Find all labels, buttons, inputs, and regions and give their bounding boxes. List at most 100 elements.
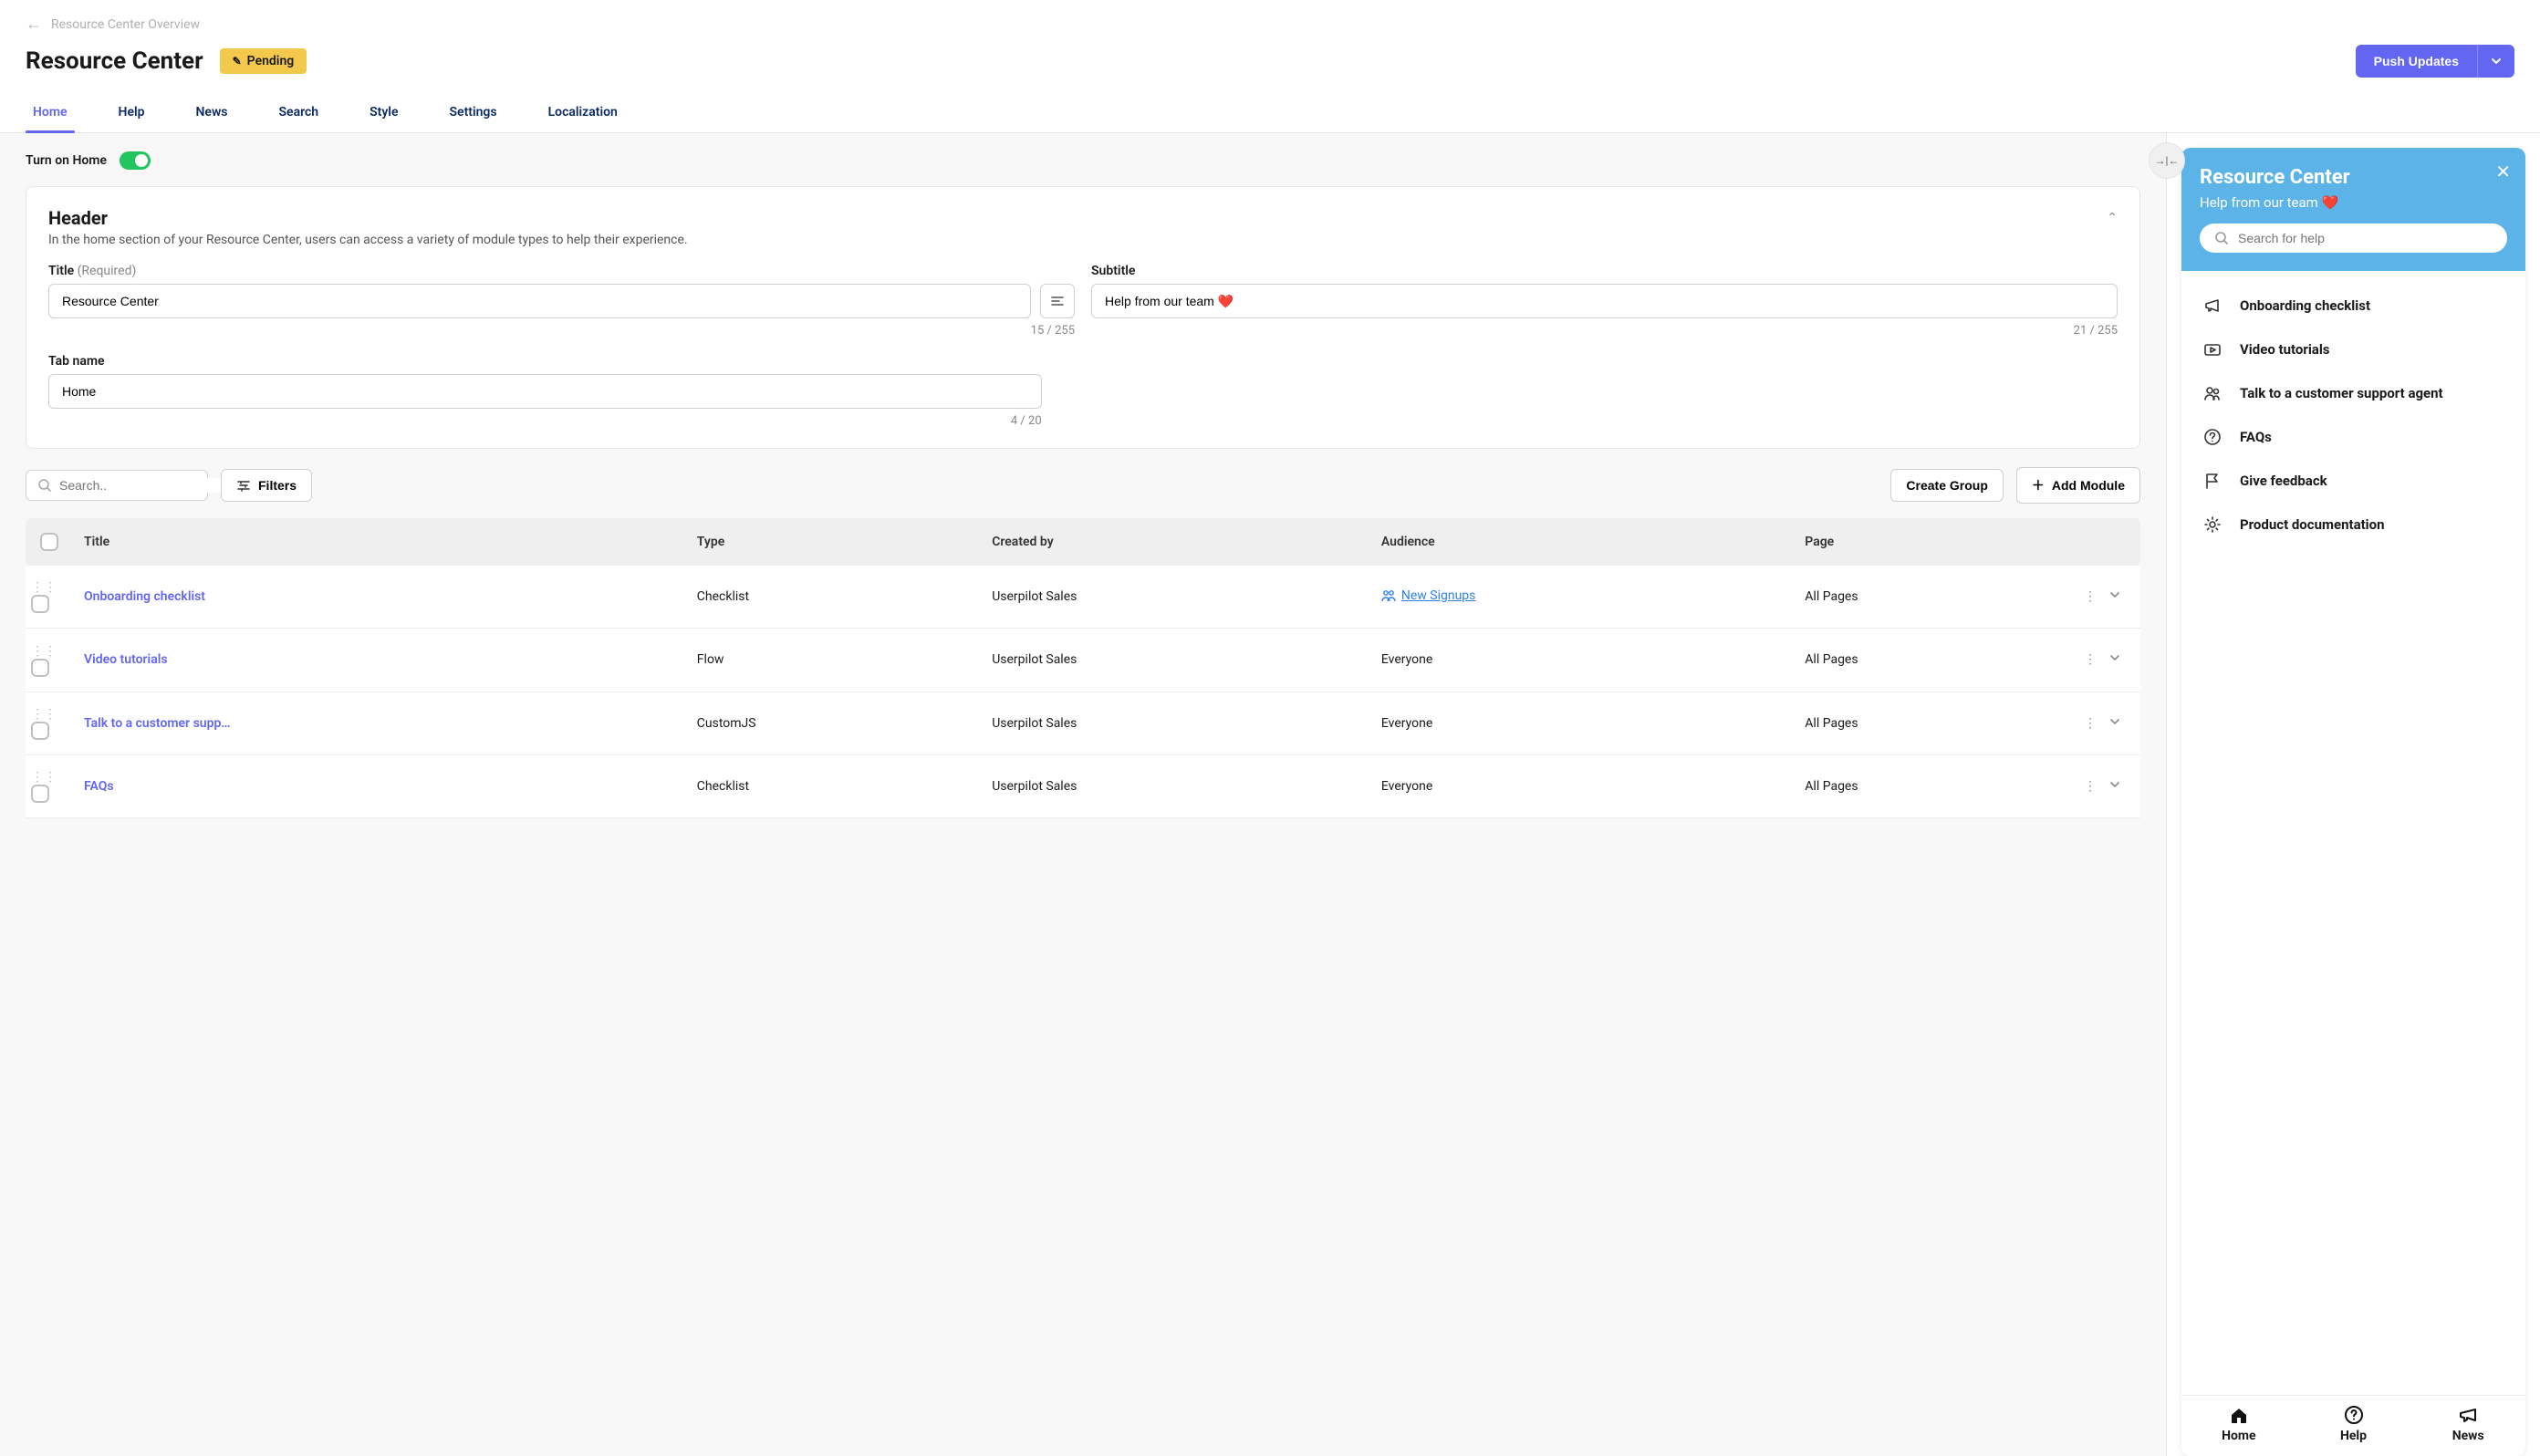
col-created-by: Created by xyxy=(981,518,1370,566)
create-group-button[interactable]: Create Group xyxy=(1890,469,2003,502)
subtitle-input[interactable] xyxy=(1091,284,2118,318)
row-menu-icon[interactable]: ⋮ xyxy=(2084,716,2097,731)
tab-home[interactable]: Home xyxy=(26,92,75,132)
question-icon xyxy=(2202,428,2223,446)
row-checkbox[interactable] xyxy=(31,785,49,803)
modules-toolbar: Filters Create Group ＋ Add Module xyxy=(26,467,2140,504)
module-page: All Pages xyxy=(1794,629,2067,692)
preview-search[interactable] xyxy=(2200,224,2507,253)
subtitle-counter: 21 / 255 xyxy=(1091,324,2118,338)
module-title-link[interactable]: FAQs xyxy=(84,779,114,794)
header-card: Header In the home section of your Resou… xyxy=(26,186,2140,449)
module-title-link[interactable]: Onboarding checklist xyxy=(84,589,205,604)
row-expand-icon[interactable] xyxy=(2109,589,2120,604)
row-expand-icon[interactable] xyxy=(2109,652,2120,667)
row-checkbox[interactable] xyxy=(31,659,49,677)
tab-settings[interactable]: Settings xyxy=(442,92,504,132)
tab-localization[interactable]: Localization xyxy=(541,92,625,132)
title-format-button[interactable] xyxy=(1040,284,1075,318)
drag-handle-icon[interactable]: ⋮⋮ xyxy=(31,644,44,659)
module-type: CustomJS xyxy=(686,692,981,755)
search-icon xyxy=(2214,231,2229,245)
preview-item-label: FAQs xyxy=(2240,429,2272,445)
preview-nav-item[interactable]: Home xyxy=(2181,1396,2296,1456)
row-checkbox[interactable] xyxy=(31,595,49,613)
preview-item[interactable]: Onboarding checklist xyxy=(2181,284,2525,328)
module-page: All Pages xyxy=(1794,566,2067,629)
drag-handle-icon[interactable]: ⋮⋮ xyxy=(31,707,44,722)
preview-item-label: Give feedback xyxy=(2240,473,2327,489)
megaphone-icon xyxy=(2202,296,2223,315)
preview-nav-item[interactable]: News xyxy=(2410,1396,2525,1456)
breadcrumb-label[interactable]: Resource Center Overview xyxy=(51,17,200,32)
preview-item-label: Video tutorials xyxy=(2240,341,2330,358)
search-icon xyxy=(37,478,52,493)
row-checkbox[interactable] xyxy=(31,722,49,740)
module-type: Flow xyxy=(686,629,981,692)
preview-item-label: Talk to a customer support agent xyxy=(2240,385,2443,401)
preview-subtitle: Help from our team ❤️ xyxy=(2200,194,2507,211)
status-badge: ✎ Pending xyxy=(220,48,307,74)
audience-text: Everyone xyxy=(1381,652,1432,667)
tab-search[interactable]: Search xyxy=(271,92,326,132)
pencil-icon: ✎ xyxy=(233,55,242,68)
audience-link[interactable]: New Signups xyxy=(1381,588,1476,603)
push-updates-dropdown[interactable] xyxy=(2477,45,2514,78)
page-title: Resource Center xyxy=(26,47,203,75)
tab-style[interactable]: Style xyxy=(362,92,405,132)
preview-nav-item[interactable]: Help xyxy=(2296,1396,2411,1456)
tabname-counter: 4 / 20 xyxy=(48,414,1042,428)
collapse-card-icon[interactable]: ⌃ xyxy=(2107,207,2118,225)
preview-item[interactable]: Talk to a customer support agent xyxy=(2181,371,2525,415)
row-menu-icon[interactable]: ⋮ xyxy=(2084,652,2097,667)
preview-item[interactable]: Product documentation xyxy=(2181,503,2525,546)
preview-search-input[interactable] xyxy=(2238,231,2493,245)
title-input[interactable] xyxy=(48,284,1031,318)
audience-text: Everyone xyxy=(1381,779,1432,794)
preview-item-label: Onboarding checklist xyxy=(2240,297,2370,314)
tabs: Home Help News Search Style Settings Loc… xyxy=(0,92,2540,133)
drag-handle-icon[interactable]: ⋮⋮ xyxy=(31,580,44,595)
col-title: Title xyxy=(73,518,686,566)
row-expand-icon[interactable] xyxy=(2109,716,2120,731)
row-menu-icon[interactable]: ⋮ xyxy=(2084,779,2097,794)
select-all-checkbox[interactable] xyxy=(40,533,58,551)
filters-button[interactable]: Filters xyxy=(221,469,312,502)
module-created-by: Userpilot Sales xyxy=(981,755,1370,818)
col-type: Type xyxy=(686,518,981,566)
preview-close-icon[interactable]: ✕ xyxy=(2495,161,2511,182)
module-created-by: Userpilot Sales xyxy=(981,629,1370,692)
title-counter: 15 / 255 xyxy=(48,324,1075,338)
home-icon xyxy=(2229,1405,2249,1425)
add-module-button[interactable]: ＋ Add Module xyxy=(2016,467,2140,504)
subtitle-field-label: Subtitle xyxy=(1091,264,2118,278)
module-title-link[interactable]: Video tutorials xyxy=(84,652,168,667)
module-page: All Pages xyxy=(1794,692,2067,755)
flag-icon xyxy=(2202,472,2223,490)
collapse-preview-button[interactable]: →|← xyxy=(2149,142,2185,179)
tabname-input[interactable] xyxy=(48,374,1042,409)
back-arrow-icon[interactable]: ← xyxy=(26,15,42,34)
audience-text: Everyone xyxy=(1381,716,1432,731)
tab-help[interactable]: Help xyxy=(111,92,152,132)
push-updates-button[interactable]: Push Updates xyxy=(2356,45,2477,78)
modules-search-input[interactable] xyxy=(59,478,224,493)
row-menu-icon[interactable]: ⋮ xyxy=(2084,589,2097,604)
preview-item[interactable]: Give feedback xyxy=(2181,459,2525,503)
drag-handle-icon[interactable]: ⋮⋮ xyxy=(31,770,44,785)
breadcrumb: ← Resource Center Overview xyxy=(0,0,2540,37)
tab-news[interactable]: News xyxy=(189,92,235,132)
table-row: ⋮⋮ Onboarding checklist Checklist Userpi… xyxy=(26,566,2140,629)
modules-search[interactable] xyxy=(26,470,208,501)
preview-item[interactable]: FAQs xyxy=(2181,415,2525,459)
row-expand-icon[interactable] xyxy=(2109,779,2120,794)
preview-item[interactable]: Video tutorials xyxy=(2181,328,2525,371)
help-icon xyxy=(2344,1405,2364,1425)
col-audience: Audience xyxy=(1370,518,1794,566)
module-page: All Pages xyxy=(1794,755,2067,818)
turn-on-home-toggle[interactable] xyxy=(120,151,151,170)
gear-icon xyxy=(2202,515,2223,534)
news-icon xyxy=(2458,1405,2478,1425)
module-title-link[interactable]: Talk to a customer supp… xyxy=(84,716,230,731)
module-created-by: Userpilot Sales xyxy=(981,566,1370,629)
